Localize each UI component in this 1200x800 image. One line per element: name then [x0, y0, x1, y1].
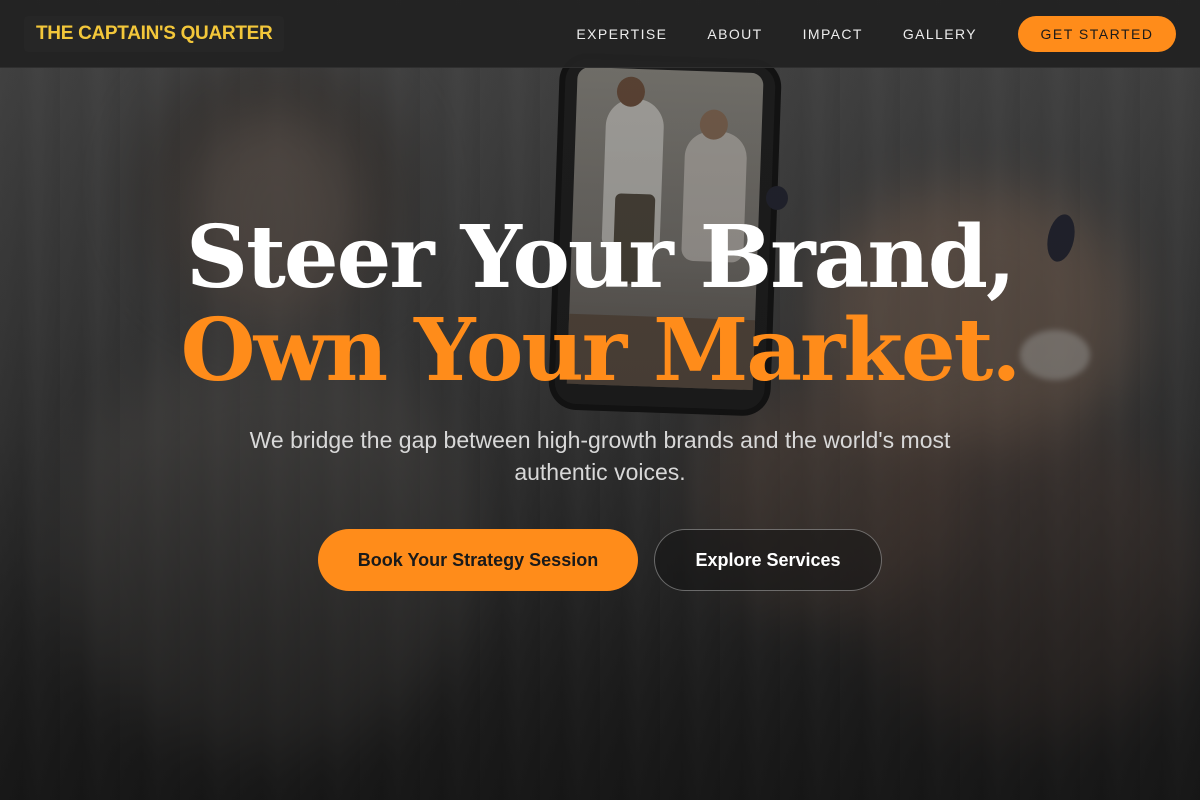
hero-subtitle: We bridge the gap between high-growth br…: [249, 427, 951, 485]
hero-headline-line2: Own Your Market.: [180, 300, 1022, 401]
explore-services-button[interactable]: Explore Services: [654, 529, 882, 591]
book-strategy-session-button[interactable]: Book Your Strategy Session: [318, 529, 638, 591]
nav-links: EXPERTISE ABOUT IMPACT GALLERY: [576, 26, 977, 42]
nav-link-gallery[interactable]: GALLERY: [903, 26, 977, 42]
hero-headline-line1: Steer Your Brand,: [186, 207, 1016, 308]
get-started-button[interactable]: GET STARTED: [1018, 15, 1176, 52]
nav-link-impact[interactable]: IMPACT: [803, 26, 863, 42]
brand-logo[interactable]: THE CAPTAIN'S QUARTER: [24, 15, 285, 52]
nav-link-expertise[interactable]: EXPERTISE: [576, 26, 667, 42]
hero-section: Steer Your Brand, Own Your Market. We br…: [0, 0, 1200, 800]
top-navbar: THE CAPTAIN'S QUARTER EXPERTISE ABOUT IM…: [0, 0, 1200, 68]
nav-right-group: EXPERTISE ABOUT IMPACT GALLERY GET START…: [576, 15, 1176, 52]
nav-link-about[interactable]: ABOUT: [707, 26, 762, 42]
